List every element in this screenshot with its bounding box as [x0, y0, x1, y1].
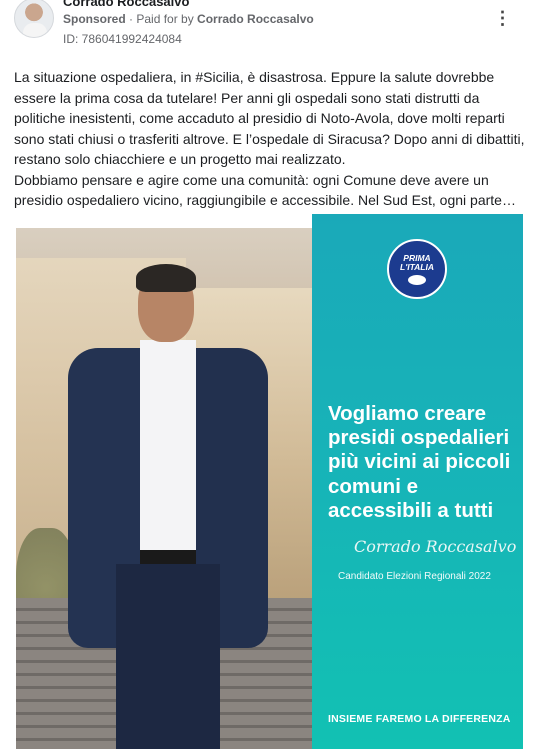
- ad-tagline: INSIEME FAREMO LA DIFFERENZA: [328, 713, 511, 725]
- party-logo: PRIMA L'ITALIA: [387, 239, 447, 299]
- paid-for-name[interactable]: Corrado Roccasalvo: [197, 12, 314, 26]
- candidate-role: Candidato Elezioni Regionali 2022: [338, 571, 491, 582]
- more-options-button[interactable]: ⋮: [491, 8, 515, 28]
- post-paragraph-2: Dobbiamo pensare e agire come una comuni…: [14, 171, 516, 209]
- meta-separator: ·: [125, 12, 137, 26]
- ad-headline: Vogliamo creare presidi ospedalieri più …: [328, 402, 511, 522]
- belt: [140, 550, 196, 564]
- paid-for-prefix: Paid for by: [136, 12, 198, 26]
- logo-emblem: [408, 274, 426, 285]
- sponsored-label[interactable]: Sponsored: [63, 12, 126, 26]
- candidate-hair: [136, 264, 196, 292]
- candidate-signature: Corrado Roccasalvo: [354, 537, 517, 556]
- shirt: [140, 340, 196, 550]
- post-header: Corrado Roccasalvo Sponsored · Paid for …: [0, 0, 539, 56]
- logo-text-line2: L'ITALIA: [400, 261, 434, 272]
- post-paragraph-1: La situazione ospedaliera, in #Sicilia, …: [14, 69, 525, 167]
- candidate-photo: [16, 228, 312, 749]
- candidate-figure: [56, 264, 276, 749]
- trousers: [116, 564, 220, 749]
- more-dots-icon: ⋮: [493, 7, 513, 28]
- ad-id: ID: 786041992424084: [63, 32, 182, 46]
- author-name[interactable]: Corrado Roccasalvo: [63, 0, 189, 9]
- author-avatar[interactable]: [14, 0, 54, 38]
- sponsorship-line: Sponsored · Paid for by Corrado Roccasal…: [63, 12, 314, 26]
- post-body-text: La situazione ospedaliera, in #Sicilia, …: [14, 67, 529, 211]
- ad-text-panel: PRIMA L'ITALIA Vogliamo creare presidi o…: [312, 214, 523, 749]
- ad-image[interactable]: PRIMA L'ITALIA Vogliamo creare presidi o…: [16, 214, 523, 749]
